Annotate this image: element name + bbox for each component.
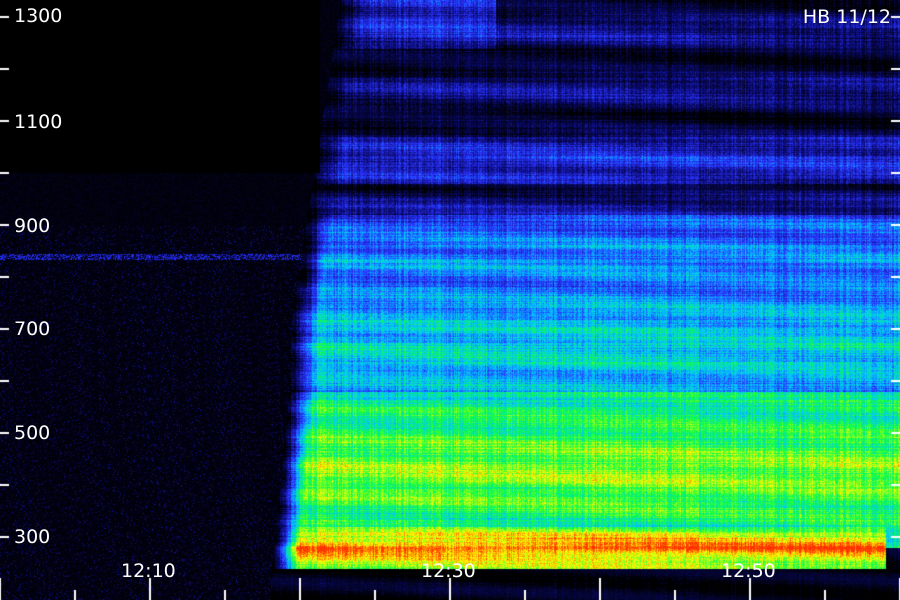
y-tick-label-1300: 1300 [14,5,63,27]
y-tick-label-300: 300 [14,526,51,548]
spectrogram-plot [0,0,900,600]
x-tick-label-1250: 12:50 [721,560,776,582]
y-tick-label-900: 900 [14,215,51,237]
y-tick-label-500: 500 [14,422,51,444]
y-tick-label-700: 700 [14,318,51,340]
x-tick-label-1210: 12:10 [121,560,176,582]
station-label: HB 11/12 [802,6,891,28]
x-tick-label-1230: 12:30 [421,560,476,582]
y-tick-label-1100: 1100 [14,111,63,133]
